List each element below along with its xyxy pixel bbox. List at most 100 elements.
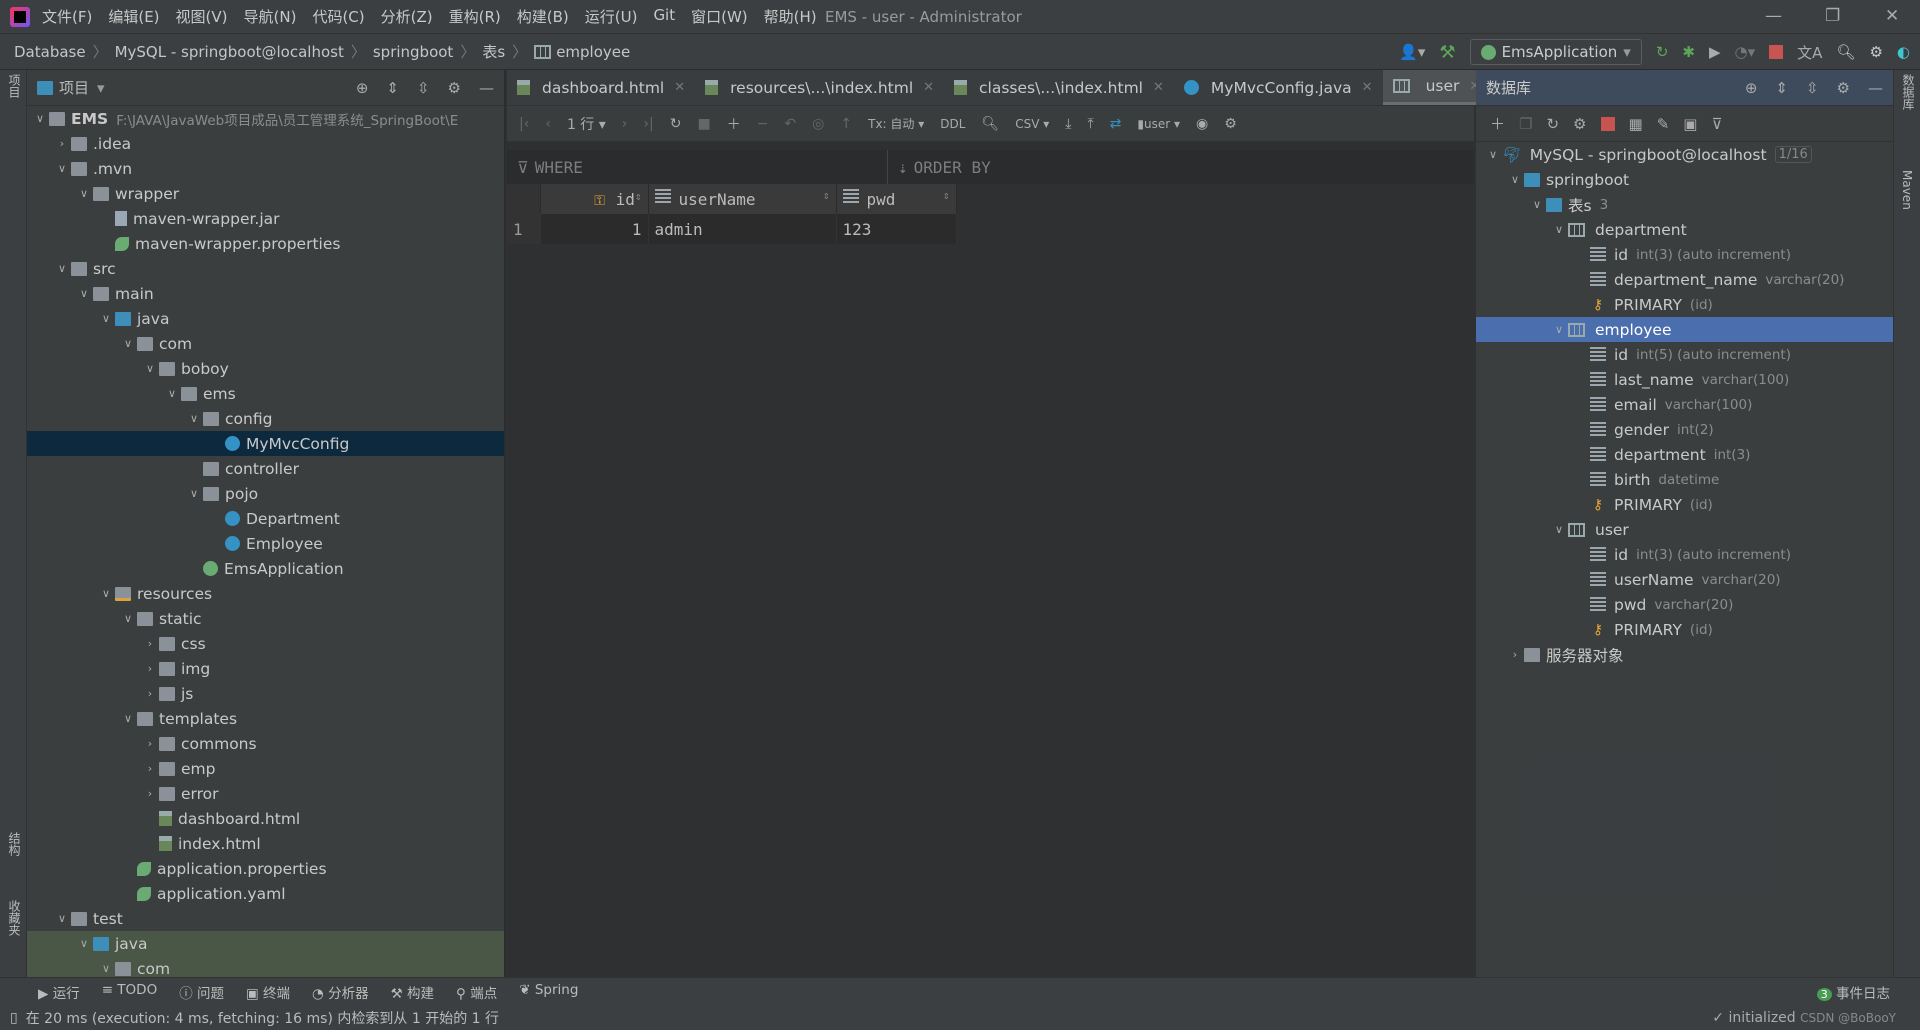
cell-id[interactable]: 1 <box>540 214 649 244</box>
tree-item[interactable]: ∨ ems <box>27 381 504 406</box>
favorites-tool-button[interactable]: 收藏夹 <box>6 900 23 936</box>
coverage-icon[interactable]: ▶ <box>1709 43 1721 61</box>
chevron-down-icon[interactable]: ∨ <box>119 712 137 725</box>
upload-icon[interactable]: ⤒ <box>1087 116 1093 132</box>
export-format-select[interactable]: CSV ▾ <box>1015 117 1049 131</box>
duplicate-icon[interactable]: ❐ <box>1519 115 1532 133</box>
stop-icon[interactable] <box>1600 116 1615 131</box>
debug-bug-icon[interactable]: ✱ <box>1682 43 1695 61</box>
tool-window-button[interactable]: ⓘ 问题 <box>179 982 224 1002</box>
chevron-right-icon[interactable]: › <box>141 737 159 750</box>
db-column[interactable]: id int(3) (auto increment) <box>1476 242 1893 267</box>
tree-item[interactable]: ∨ com <box>27 331 504 356</box>
settings-gear-icon[interactable]: ⚙ <box>1869 43 1882 61</box>
order-by-input[interactable]: ⇣ ORDER BY <box>887 150 991 184</box>
tool-window-button[interactable]: ≡ TODO <box>102 982 158 1002</box>
tab-classes-index-html[interactable]: classes\...\index.html ✕ <box>944 70 1174 105</box>
tree-item[interactable]: index.html <box>27 831 504 856</box>
settings-gear-icon[interactable]: ⚙ <box>448 79 461 97</box>
locate-icon[interactable]: ⊕ <box>356 79 369 97</box>
tree-item[interactable]: ∨ config <box>27 406 504 431</box>
minimize-button[interactable]: — <box>1765 6 1782 26</box>
preview-icon[interactable]: ◎ <box>812 116 824 132</box>
column-header-pwd[interactable]: pwd ⇕ <box>836 184 957 214</box>
profile-icon[interactable]: ◔▾ <box>1735 43 1756 61</box>
db-column[interactable]: department_name varchar(20) <box>1476 267 1893 292</box>
transaction-mode-select[interactable]: Tx: 自动 ▾ <box>868 115 924 132</box>
download-icon[interactable]: ⤓ <box>1065 116 1071 132</box>
tree-item[interactable]: ∨ java <box>27 931 504 956</box>
project-tool-button[interactable]: 项目 <box>6 74 23 98</box>
build-hammer-icon[interactable]: ⚒ <box>1439 42 1455 63</box>
chevron-down-icon[interactable]: ∨ <box>163 387 181 400</box>
db-column[interactable]: id int(5) (auto increment) <box>1476 342 1893 367</box>
tree-item[interactable]: dashboard.html <box>27 806 504 831</box>
menu-item[interactable]: 视图(V) <box>176 6 228 27</box>
menu-item[interactable]: 分析(Z) <box>381 6 433 27</box>
db-key[interactable]: ⚷ PRIMARY (id) <box>1476 292 1893 317</box>
hide-icon[interactable]: — <box>1868 79 1883 97</box>
prev-page-icon[interactable]: ‹ <box>545 116 551 132</box>
edit-icon[interactable]: ✎ <box>1657 115 1670 133</box>
chevron-down-icon[interactable]: ∨ <box>97 312 115 325</box>
toolbox-icon[interactable]: ◐ <box>1897 43 1910 61</box>
menu-item[interactable]: 帮助(H) <box>764 6 817 27</box>
search-icon[interactable]: 🔍︎ <box>1836 43 1855 61</box>
tree-item[interactable]: ∨ boboy <box>27 356 504 381</box>
tree-item[interactable]: ∨ pojo <box>27 481 504 506</box>
db-column[interactable]: id int(3) (auto increment) <box>1476 542 1893 567</box>
db-key[interactable]: ⚷ PRIMARY (id) <box>1476 492 1893 517</box>
tree-item[interactable]: Employee <box>27 531 504 556</box>
chevron-down-icon[interactable]: ∨ <box>119 337 137 350</box>
tree-item[interactable]: ∨ resources <box>27 581 504 606</box>
settings-gear-icon[interactable]: ⚙ <box>1837 79 1850 97</box>
table-view-icon[interactable]: ▦ <box>1629 115 1643 133</box>
tab-user[interactable]: user ✕ <box>1382 70 1491 105</box>
translate-icon[interactable]: 文A <box>1797 42 1822 63</box>
chevron-down-icon[interactable]: ∨ <box>75 937 93 950</box>
menu-item[interactable]: 运行(U) <box>585 6 638 27</box>
menu-item[interactable]: 导航(N) <box>244 6 297 27</box>
breadcrumb-connection[interactable]: MySQL - springboot@localhost <box>115 43 344 61</box>
tree-item[interactable]: application.properties <box>27 856 504 881</box>
menu-item[interactable]: 编辑(E) <box>108 6 159 27</box>
user-icon[interactable]: 👤▾ <box>1399 43 1425 61</box>
close-tab-icon[interactable]: ✕ <box>923 80 934 95</box>
rerun-icon[interactable]: ↻ <box>1656 43 1669 61</box>
tool-window-button[interactable]: ⚲ 端点 <box>456 982 497 1002</box>
tool-window-button[interactable]: ⚒ 构建 <box>391 982 434 1002</box>
schema-select[interactable]: ▮user ▾ <box>1137 117 1180 131</box>
search-icon[interactable]: 🔍︎ <box>981 116 999 132</box>
chevron-right-icon[interactable]: › <box>1506 648 1524 661</box>
compare-icon[interactable]: ⇄ <box>1110 116 1122 132</box>
database-tool-button[interactable]: 数据库 <box>1900 74 1917 110</box>
event-log-button[interactable]: 3 事件日志 <box>1816 982 1890 1002</box>
tab-resources-index-html[interactable]: resources\...\index.html ✕ <box>695 70 944 105</box>
menu-item[interactable]: 窗口(W) <box>691 6 748 27</box>
collapse-all-icon[interactable]: ⇳ <box>1806 79 1819 97</box>
tree-item[interactable]: › img <box>27 656 504 681</box>
refresh-icon[interactable]: ↻ <box>670 116 682 132</box>
breadcrumb-table[interactable]: employee <box>556 43 630 61</box>
restore-button[interactable]: ❐ <box>1825 6 1840 26</box>
column-header-username[interactable]: userName ⇕ <box>648 184 837 214</box>
db-table-employee[interactable]: ∨ employee <box>1476 317 1893 342</box>
db-tables-folder[interactable]: ∨ 表s 3 <box>1476 192 1893 217</box>
chevron-down-icon[interactable]: ∨ <box>31 112 49 125</box>
db-connection[interactable]: ∨ 🐬︎ MySQL - springboot@localhost 1/16 <box>1476 142 1893 167</box>
settings-gear-icon[interactable]: ⚙ <box>1224 116 1237 132</box>
chevron-down-icon[interactable]: ∨ <box>1484 148 1502 161</box>
tree-root-ems[interactable]: ∨ EMS F:\JAVA\JavaWeb项目成品\员工管理系统_SpringB… <box>27 106 504 131</box>
add-row-icon[interactable]: ＋ <box>727 114 741 134</box>
run-configuration-select[interactable]: EmsApplication ▾ <box>1469 39 1642 65</box>
chevron-down-icon[interactable]: ∨ <box>1528 198 1546 211</box>
maven-tool-button[interactable]: Maven <box>1900 170 1914 210</box>
expand-all-icon[interactable]: ⇕ <box>386 79 399 97</box>
tree-item[interactable]: application.yaml <box>27 881 504 906</box>
tree-item[interactable]: ∨ wrapper <box>27 181 504 206</box>
next-page-icon[interactable]: › <box>622 116 628 132</box>
view-icon[interactable]: ◉ <box>1196 116 1208 132</box>
locate-icon[interactable]: ⊕ <box>1745 79 1758 97</box>
cell-pwd[interactable]: 123 <box>836 214 957 244</box>
ddl-button[interactable]: DDL <box>940 117 965 131</box>
